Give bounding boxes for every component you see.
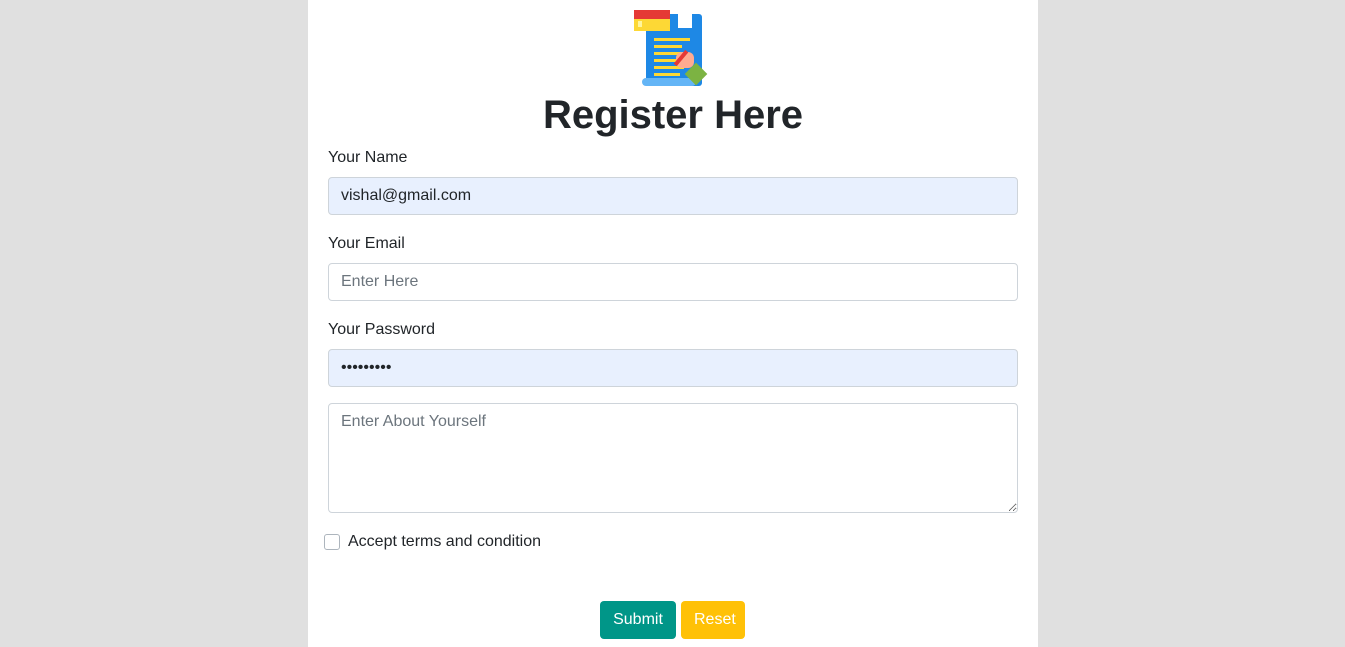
registration-document-icon xyxy=(634,10,708,86)
page-title: Register Here xyxy=(542,93,804,137)
email-label: Your Email xyxy=(328,235,405,252)
name-label: Your Name xyxy=(328,149,408,166)
email-input[interactable] xyxy=(328,263,1018,301)
register-card: Register Here Your Name Your Email Your … xyxy=(308,0,1038,647)
submit-button[interactable]: Submit xyxy=(600,601,676,639)
name-input[interactable] xyxy=(328,177,1018,215)
password-label: Your Password xyxy=(328,321,436,338)
terms-row: Accept terms and condition xyxy=(324,532,541,552)
password-input[interactable] xyxy=(328,349,1018,387)
terms-label[interactable]: Accept terms and condition xyxy=(348,532,541,552)
reset-button[interactable]: Reset xyxy=(681,601,745,639)
about-textarea[interactable] xyxy=(328,403,1018,513)
terms-checkbox[interactable] xyxy=(324,534,340,550)
